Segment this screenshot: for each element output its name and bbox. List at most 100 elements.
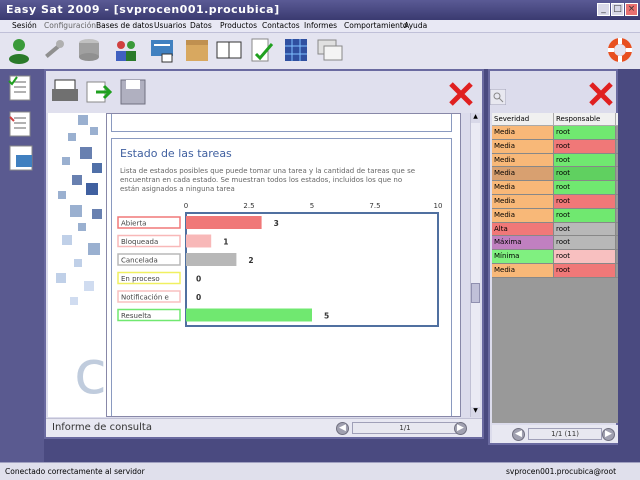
- table-row[interactable]: Media root: [492, 153, 618, 168]
- server-user: svprocen001.procubica@root: [506, 467, 617, 476]
- scroll-down-button[interactable]: ▼: [471, 407, 480, 417]
- minimize-button[interactable]: _: [597, 3, 610, 16]
- severity-cell: Media: [492, 167, 554, 181]
- box-icon[interactable]: [183, 36, 211, 64]
- owner-cell: root: [554, 181, 616, 194]
- owner-cell: root: [554, 208, 616, 222]
- owner-cell: root: [554, 153, 616, 167]
- menu-productos[interactable]: Productos: [220, 21, 257, 30]
- severity-cell: Máxima: [492, 236, 554, 250]
- table-row[interactable]: Media root: [492, 139, 618, 154]
- vertical-scrollbar[interactable]: ▲ ▼: [470, 113, 480, 417]
- menu-usuarios[interactable]: Usuarios: [154, 21, 186, 30]
- x-tick-label: 7.5: [369, 202, 380, 210]
- user-icon[interactable]: [5, 36, 33, 64]
- menu-datos[interactable]: Datos: [190, 21, 212, 30]
- table-row[interactable]: Media root: [492, 181, 618, 195]
- owner-cell: root: [554, 236, 616, 250]
- category-label: Bloqueada: [121, 238, 158, 246]
- windows-icon[interactable]: [316, 36, 344, 64]
- maximize-button[interactable]: □: [611, 3, 624, 16]
- severity-cell: Media: [492, 208, 554, 222]
- section-card: Estado de las tareas Lista de estados po…: [111, 138, 452, 416]
- severity-cell: Alta: [492, 222, 554, 236]
- bar-value-label: 2: [248, 256, 253, 265]
- card-icon[interactable]: [148, 36, 176, 64]
- scroll-up-button[interactable]: ▲: [471, 113, 480, 123]
- calendar-icon[interactable]: [6, 143, 36, 173]
- category-label: Cancelada: [121, 257, 158, 265]
- owner-cell: root: [554, 222, 616, 236]
- x-tick-label: 0: [184, 202, 188, 210]
- connection-status: Conectado correctamente al servidor: [5, 467, 145, 476]
- table-row[interactable]: Media root: [492, 126, 618, 140]
- x-tick-label: 5: [310, 202, 314, 210]
- report-page: Estado de las tareas Lista de estados po…: [106, 113, 461, 417]
- owner-cell: root: [554, 126, 616, 139]
- close-report-icon[interactable]: [448, 81, 474, 107]
- severity-cell: Media: [492, 181, 554, 194]
- menu-ayuda[interactable]: Ayuda: [404, 21, 427, 30]
- menu-sesion[interactable]: Sesión: [12, 21, 37, 30]
- export-icon[interactable]: [84, 77, 114, 107]
- table-row[interactable]: Media root: [492, 167, 618, 182]
- task-grid: Severidad Responsable Media root Media root…: [492, 113, 618, 423]
- table-row[interactable]: Media root: [492, 208, 618, 223]
- category-label: Abierta: [121, 220, 146, 228]
- severity-cell: Media: [492, 153, 554, 167]
- report-viewer: c Estado de las tareas Lista de estados …: [44, 69, 484, 439]
- next-page-button[interactable]: ▶: [454, 422, 467, 435]
- tools-icon[interactable]: [40, 36, 68, 64]
- grid-next-button[interactable]: ▶: [602, 428, 615, 441]
- bar: [186, 234, 212, 248]
- close-panel-icon[interactable]: [588, 81, 614, 107]
- report-title: Estado de las tareas: [120, 147, 232, 160]
- grid-header: Severidad Responsable: [492, 113, 618, 126]
- owner-header[interactable]: Responsable: [554, 113, 616, 125]
- table-row[interactable]: Mínima root: [492, 250, 618, 264]
- help-lifebuoy-icon[interactable]: [606, 36, 634, 64]
- severity-header[interactable]: Severidad: [492, 113, 554, 125]
- task-list-icon[interactable]: [6, 73, 36, 103]
- menu-comportamiento[interactable]: Comportamiento: [344, 21, 407, 30]
- grid-prev-button[interactable]: ◀: [512, 428, 525, 441]
- scroll-thumb[interactable]: [471, 283, 480, 303]
- category-label: Resuelta: [121, 312, 151, 320]
- grid-footer: ◀ 1/1 (11) ▶: [492, 425, 618, 443]
- bar-value-label: 1: [223, 238, 228, 247]
- report-description: Lista de estados posibles que puede toma…: [120, 167, 416, 193]
- table-row[interactable]: Máxima root: [492, 236, 618, 251]
- task-status-chart: 0 2.5 5 7.5 10 Abierta 3 Bloqueada 1 Cancelada 2 En…: [117, 202, 442, 327]
- network-icon[interactable]: [282, 36, 310, 64]
- menu-contactos[interactable]: Contactos: [262, 21, 300, 30]
- menu-bases-datos[interactable]: Bases de datos: [96, 21, 153, 30]
- users-icon[interactable]: [112, 36, 140, 64]
- bar: [186, 308, 312, 322]
- save-icon[interactable]: [118, 77, 148, 107]
- book-icon[interactable]: [215, 36, 243, 64]
- owner-cell: root: [554, 194, 616, 208]
- report-toolbar: [46, 71, 482, 113]
- search-icon[interactable]: [490, 89, 506, 105]
- checklist-icon[interactable]: [248, 36, 276, 64]
- menu-configuracion[interactable]: Configuración: [44, 21, 96, 30]
- category-label: Notificación e: [121, 294, 169, 302]
- menu-informes[interactable]: Informes: [304, 21, 337, 30]
- bar: [186, 216, 262, 229]
- close-button[interactable]: ×: [625, 3, 638, 16]
- title-bar: Easy Sat 2009 - [svprocen001.procubica] …: [0, 0, 640, 20]
- table-row[interactable]: Alta root: [492, 222, 618, 237]
- x-tick-label: 2.5: [243, 202, 254, 210]
- owner-cell: root: [554, 250, 616, 263]
- bar: [186, 253, 237, 266]
- notes-icon[interactable]: [6, 109, 36, 139]
- owner-cell: root: [554, 139, 616, 153]
- window-title: Easy Sat 2009 - [svprocen001.procubica]: [6, 3, 280, 16]
- print-icon[interactable]: [50, 77, 80, 107]
- database-icon[interactable]: [75, 36, 103, 64]
- prev-page-button[interactable]: ◀: [336, 422, 349, 435]
- report-footer-label: Informe de consulta: [52, 422, 152, 433]
- bar-value-label: 5: [324, 312, 329, 321]
- table-row[interactable]: Media root: [492, 263, 618, 278]
- table-row[interactable]: Media root: [492, 194, 618, 209]
